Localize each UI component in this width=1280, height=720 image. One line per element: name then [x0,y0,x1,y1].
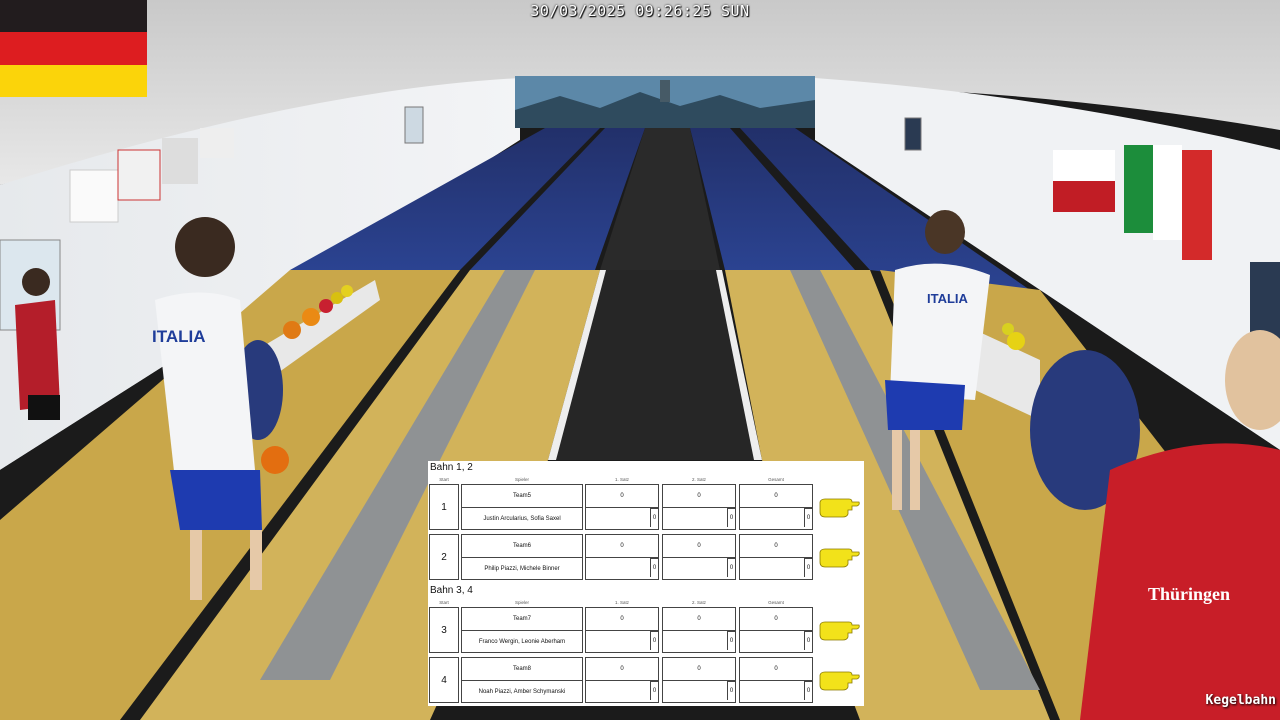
team-name: Team7 [462,608,582,631]
jersey-text-center: ITALIA [927,291,969,306]
team-name: Team6 [462,535,582,558]
set1-score: 0 [586,658,658,681]
set1-cell: 0 0 [585,657,659,703]
total-cell: 0 0 [739,534,813,580]
score-row: 1 Team5 Justin Arcularius, Sofia Saxel 0… [429,482,863,530]
scoreboard: Bahn 1, 2 Start Spieler 1. Satz 2. Satz … [428,461,864,706]
team-cell: Team7 Franco Wergin, Leonie Aberham [461,607,583,653]
watermark: Kegelbahn [1205,693,1276,708]
set2-score: 0 [663,608,735,631]
set2-score: 0 [663,535,735,558]
set2-score: 0 [663,485,735,508]
player-names: Noah Piazzi, Amber Schymanski [478,689,566,695]
total-cell: 0 0 [739,657,813,703]
set2-cell: 0 0 [662,607,736,653]
total-score: 0 [740,485,812,508]
set2-cell: 0 0 [662,484,736,530]
team-cell: Team8 Noah Piazzi, Amber Schymanski [461,657,583,703]
total-score: 0 [740,535,812,558]
thumb-pointer-icon [819,498,860,518]
camera-timestamp: 30/03/2025 09:26:25 SUN [530,2,750,20]
flag-stripe-red [0,32,147,65]
set1-cell: 0 0 [585,484,659,530]
set2-sub: 0 [727,631,735,650]
total-score: 0 [740,658,812,681]
player-names: Justin Arcularius, Sofia Saxel [483,516,561,522]
set1-sub: 0 [650,681,658,700]
team-cell: Team5 Justin Arcularius, Sofia Saxel [461,484,583,530]
set1-sub: 0 [650,558,658,577]
set1-cell: 0 0 [585,607,659,653]
set2-sub: 0 [727,508,735,527]
thumb-pointer-icon [819,548,860,568]
set1-cell: 0 0 [585,534,659,580]
score-row: 2 Team6 Philip Piazzi, Michele Binner 0 … [429,532,863,580]
set1-score: 0 [586,535,658,558]
total-sub: 0 [804,558,812,577]
team-name: Team5 [462,485,582,508]
set1-sub: 0 [650,631,658,650]
team-name: Team8 [462,658,582,681]
total-cell: 0 0 [739,484,813,530]
section-title: Bahn 1, 2 [430,462,473,473]
set2-cell: 0 0 [662,657,736,703]
thumb-pointer-icon [819,671,860,691]
player-names: Franco Wergin, Leonie Aberham [478,639,566,645]
thumb-pointer-icon [819,621,860,641]
score-row: 3 Team7 Franco Wergin, Leonie Aberham 0 … [429,605,863,653]
row-rank: 2 [429,534,459,580]
jersey-text-right: Thüringen [1148,584,1230,604]
set1-score: 0 [586,485,658,508]
team-cell: Team6 Philip Piazzi, Michele Binner [461,534,583,580]
total-score: 0 [740,608,812,631]
set2-sub: 0 [727,558,735,577]
row-rank: 4 [429,657,459,703]
total-sub: 0 [804,681,812,700]
set1-score: 0 [586,608,658,631]
player-names: Philip Piazzi, Michele Binner [484,566,560,572]
section-title: Bahn 3, 4 [430,585,473,596]
set2-cell: 0 0 [662,534,736,580]
jersey-text-left: ITALIA [152,327,206,346]
row-rank: 1 [429,484,459,530]
total-sub: 0 [804,508,812,527]
total-sub: 0 [804,631,812,650]
flag-stripe-gold [0,64,147,97]
set2-sub: 0 [727,681,735,700]
set2-score: 0 [663,658,735,681]
row-rank: 3 [429,607,459,653]
set1-sub: 0 [650,508,658,527]
score-row: 4 Team8 Noah Piazzi, Amber Schymanski 0 … [429,655,863,703]
total-cell: 0 0 [739,607,813,653]
